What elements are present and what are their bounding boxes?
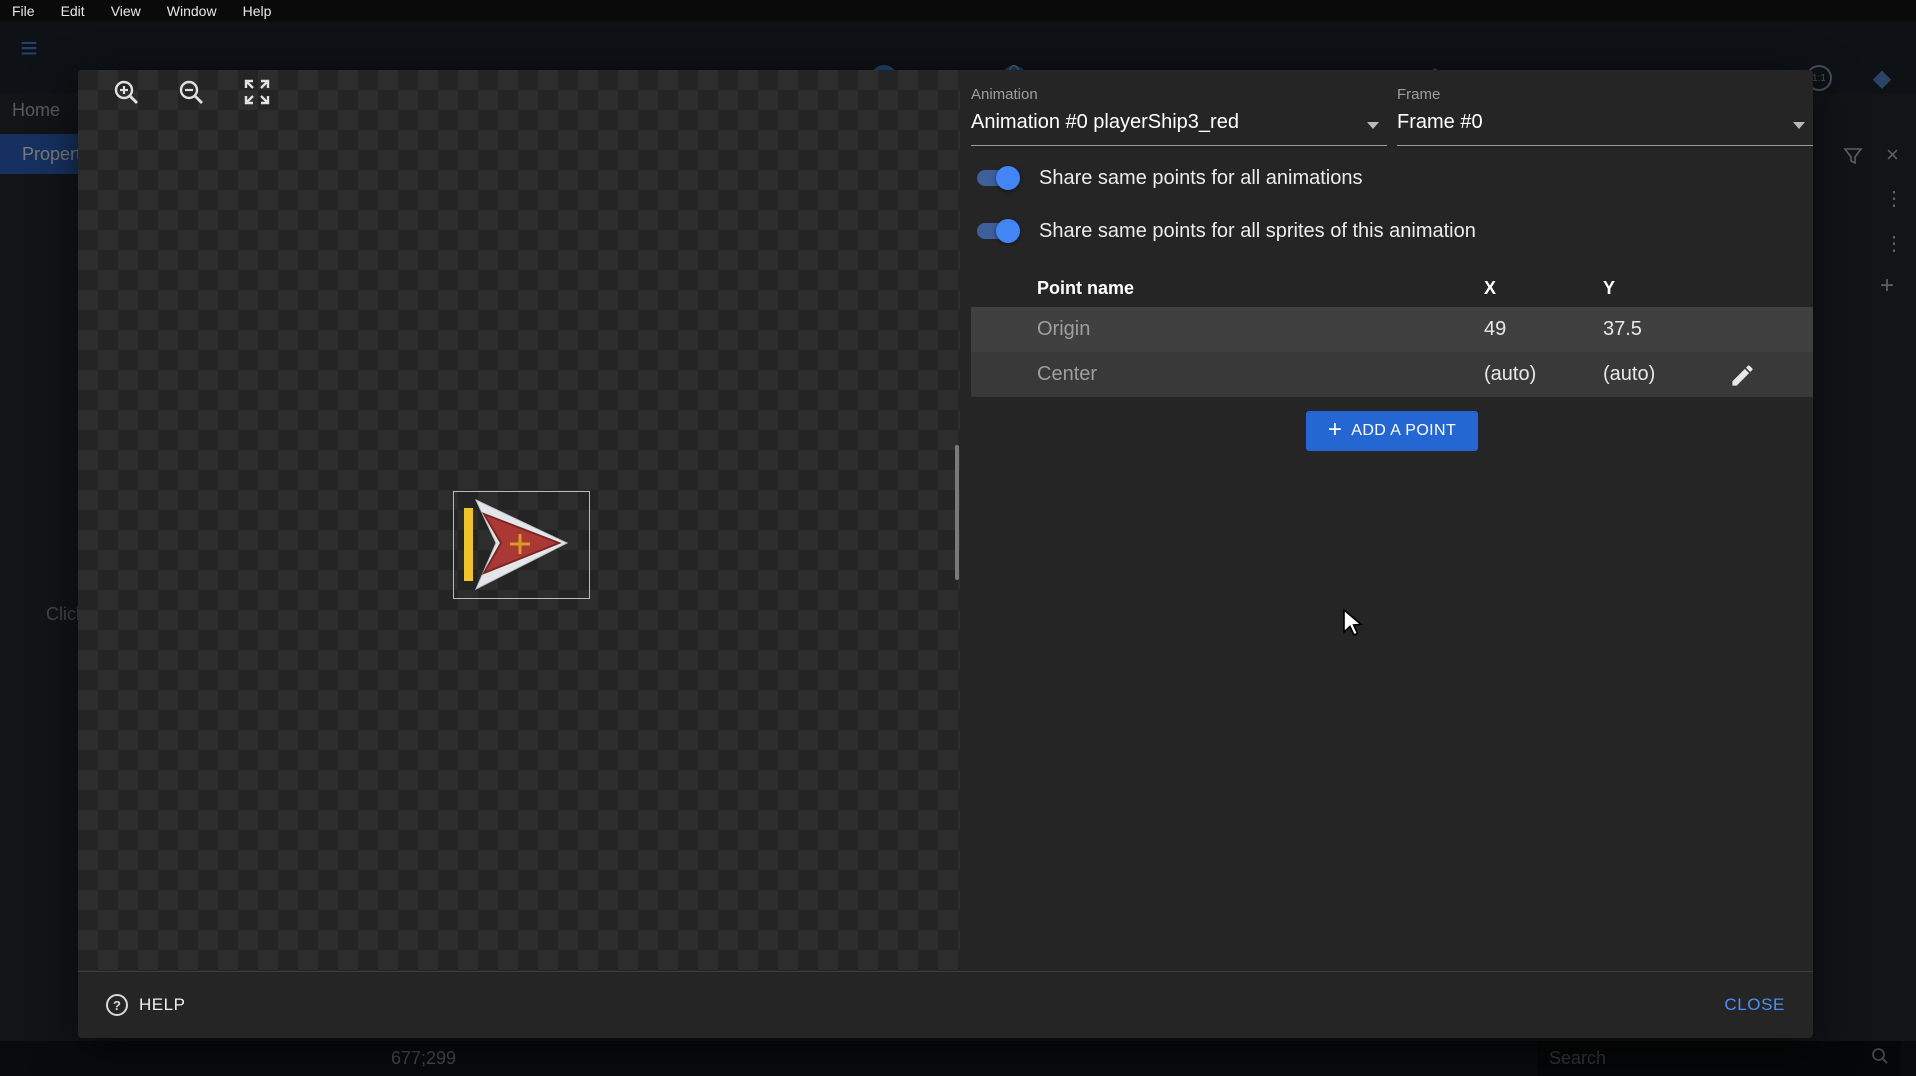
chevron-down-icon xyxy=(1793,122,1805,129)
help-label: HELP xyxy=(139,995,185,1015)
animation-select-label: Animation xyxy=(971,86,1387,103)
menu-item-help[interactable]: Help xyxy=(243,3,272,19)
close-button[interactable]: CLOSE xyxy=(1724,995,1785,1015)
points-table-header: Point name X Y xyxy=(971,272,1813,304)
toggle-switch[interactable] xyxy=(977,223,1017,239)
sprite-canvas[interactable] xyxy=(78,70,960,972)
player-ship-sprite xyxy=(454,492,589,598)
point-x-cell[interactable]: 49 xyxy=(1484,307,1506,352)
frame-select-label: Frame xyxy=(1397,86,1813,103)
scrollbar-thumb[interactable] xyxy=(955,445,959,580)
points-panel: Animation Animation #0 playerShip3_red F… xyxy=(971,70,1813,972)
toggle-label: Share same points for all sprites of thi… xyxy=(1039,220,1476,243)
frame-select-value: Frame #0 xyxy=(1397,111,1813,134)
point-x-cell[interactable]: (auto) xyxy=(1484,352,1536,397)
toggle-knob xyxy=(996,219,1020,243)
menu-item-view[interactable]: View xyxy=(111,3,141,19)
animation-select[interactable]: Animation Animation #0 playerShip3_red xyxy=(971,86,1387,146)
table-row-origin[interactable]: Origin 49 37.5 xyxy=(971,307,1813,352)
menu-bar: File Edit View Window Help xyxy=(0,0,1916,22)
toggle-switch[interactable] xyxy=(977,170,1017,186)
help-button[interactable]: ? HELP xyxy=(106,994,185,1016)
point-y-cell[interactable]: 37.5 xyxy=(1603,307,1642,352)
edit-points-dialog: Animation Animation #0 playerShip3_red F… xyxy=(78,70,1813,1038)
point-name-cell: Origin xyxy=(1037,307,1090,352)
point-name-cell: Center xyxy=(1037,352,1097,397)
mouse-cursor xyxy=(1342,608,1364,643)
sprite-frame[interactable] xyxy=(453,491,590,599)
add-a-point-label: ADD A POINT xyxy=(1351,422,1456,440)
menu-item-window[interactable]: Window xyxy=(167,3,217,19)
header-y: Y xyxy=(1603,272,1615,304)
dialog-footer: ? HELP CLOSE xyxy=(78,971,1813,1038)
add-a-point-button[interactable]: + ADD A POINT xyxy=(1306,411,1478,451)
help-icon: ? xyxy=(106,994,128,1016)
zoom-in-icon[interactable] xyxy=(111,77,141,107)
toggle-share-all-animations: Share same points for all animations xyxy=(977,165,1363,191)
zoom-out-icon[interactable] xyxy=(176,77,206,107)
chevron-down-icon xyxy=(1367,122,1379,129)
zoom-fit-icon[interactable] xyxy=(242,77,272,107)
header-point-name: Point name xyxy=(1037,272,1134,304)
menu-item-file[interactable]: File xyxy=(12,3,35,19)
menu-item-edit[interactable]: Edit xyxy=(61,3,85,19)
animation-select-value: Animation #0 playerShip3_red xyxy=(971,111,1387,134)
table-row-center[interactable]: Center (auto) (auto) xyxy=(971,352,1813,397)
point-y-cell[interactable]: (auto) xyxy=(1603,352,1655,397)
header-x: X xyxy=(1484,272,1496,304)
edit-pencil-icon[interactable] xyxy=(1729,361,1756,388)
frame-select[interactable]: Frame Frame #0 xyxy=(1397,86,1813,146)
toggle-knob xyxy=(996,166,1020,190)
toggle-label: Share same points for all animations xyxy=(1039,167,1363,190)
plus-icon: + xyxy=(1328,416,1342,444)
toggle-share-all-sprites: Share same points for all sprites of thi… xyxy=(977,218,1476,244)
